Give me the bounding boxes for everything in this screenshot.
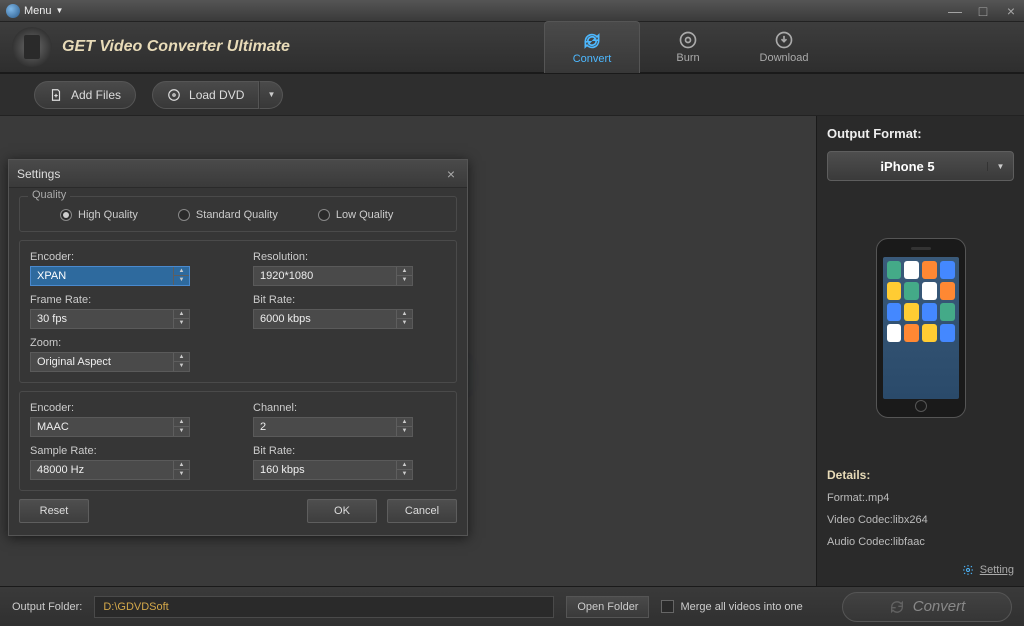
open-folder-button[interactable]: Open Folder [566, 596, 649, 618]
convert-icon [582, 31, 602, 51]
video-bitrate-select[interactable]: 6000 kbps▲▼ [253, 309, 413, 329]
video-section: Encoder: XPAN▲▼ Resolution: 1920*1080▲▼ … [19, 240, 457, 383]
setting-link[interactable]: Setting [980, 564, 1014, 576]
framerate-select[interactable]: 30 fps▲▼ [30, 309, 190, 329]
details-video-codec: Video Codec:libx264 [827, 514, 1014, 526]
app-logo-icon [12, 27, 52, 67]
audio-encoder-select[interactable]: MAAC▲▼ [30, 417, 190, 437]
cancel-button[interactable]: Cancel [387, 499, 457, 523]
radio-low-quality[interactable]: Low Quality [318, 209, 393, 221]
ok-button[interactable]: OK [307, 499, 377, 523]
maximize-button[interactable]: □ [976, 3, 990, 19]
merge-checkbox[interactable]: Merge all videos into one [661, 600, 802, 613]
details-format: Format:.mp4 [827, 492, 1014, 504]
minimize-button[interactable]: — [948, 3, 962, 19]
resolution-select[interactable]: 1920*1080▲▼ [253, 266, 413, 286]
burn-icon [678, 30, 698, 50]
framerate-label: Frame Rate: [30, 294, 223, 306]
load-dvd-dropdown[interactable]: ▼ [259, 81, 283, 109]
convert-icon [889, 599, 905, 615]
radio-standard-quality[interactable]: Standard Quality [178, 209, 278, 221]
output-folder-label: Output Folder: [12, 601, 82, 613]
main-tabs: Convert Burn Download [544, 21, 832, 73]
toolbar: Add Files Load DVD ▼ [0, 74, 1024, 116]
footer: Output Folder: Open Folder Merge all vid… [0, 586, 1024, 626]
gear-icon [962, 564, 974, 576]
tab-download[interactable]: Download [736, 21, 832, 73]
reset-button[interactable]: Reset [19, 499, 89, 523]
app-icon [6, 4, 20, 18]
output-format-select[interactable]: iPhone 5 ▼ [827, 151, 1014, 181]
video-bitrate-label: Bit Rate: [253, 294, 446, 306]
menu-button[interactable]: Menu ▼ [6, 4, 63, 18]
load-dvd-button[interactable]: Load DVD [152, 81, 259, 109]
zoom-label: Zoom: [30, 337, 223, 349]
header: GET Video Converter Ultimate Convert Bur… [0, 22, 1024, 74]
radio-high-quality[interactable]: High Quality [60, 209, 138, 221]
file-plus-icon [49, 88, 63, 102]
channel-select[interactable]: 2▲▼ [253, 417, 413, 437]
dialog-titlebar: Settings × [9, 160, 467, 188]
tab-convert[interactable]: Convert [544, 21, 640, 73]
app-title: GET Video Converter Ultimate [62, 38, 504, 56]
dialog-title: Settings [17, 167, 60, 181]
output-format-title: Output Format: [827, 126, 1014, 141]
resolution-label: Resolution: [253, 251, 446, 263]
titlebar: Menu ▼ — □ × [0, 0, 1024, 22]
close-button[interactable]: × [1004, 3, 1018, 19]
output-folder-input[interactable] [94, 596, 554, 618]
channel-label: Channel: [253, 402, 446, 414]
samplerate-label: Sample Rate: [30, 445, 223, 457]
quality-group: Quality High Quality Standard Quality Lo… [19, 196, 457, 232]
device-preview [827, 187, 1014, 468]
chevron-down-icon: ▼ [987, 162, 1013, 171]
audio-bitrate-label: Bit Rate: [253, 445, 446, 457]
load-dvd-split-button: Load DVD ▼ [152, 81, 283, 109]
dialog-close-button[interactable]: × [443, 166, 459, 182]
tab-burn[interactable]: Burn [640, 21, 736, 73]
audio-bitrate-select[interactable]: 160 kbps▲▼ [253, 460, 413, 480]
convert-button[interactable]: Convert [842, 592, 1012, 622]
video-encoder-label: Encoder: [30, 251, 223, 263]
menu-label: Menu [24, 5, 52, 17]
output-sidebar: Output Format: iPhone 5 ▼ Details: Forma… [816, 116, 1024, 586]
zoom-select[interactable]: Original Aspect▲▼ [30, 352, 190, 372]
add-files-button[interactable]: Add Files [34, 81, 136, 109]
chevron-down-icon: ▼ [56, 6, 64, 15]
content-area: rt conversion Settings × Quality High Qu… [0, 116, 816, 586]
download-icon [774, 30, 794, 50]
samplerate-select[interactable]: 48000 Hz▲▼ [30, 460, 190, 480]
audio-encoder-label: Encoder: [30, 402, 223, 414]
details-audio-codec: Audio Codec:libfaac [827, 536, 1014, 548]
details-title: Details: [827, 468, 1014, 482]
video-encoder-select[interactable]: XPAN▲▼ [30, 266, 190, 286]
checkbox-icon [661, 600, 674, 613]
audio-section: Encoder: MAAC▲▼ Channel: 2▲▼ Sample Rate… [19, 391, 457, 491]
settings-dialog: Settings × Quality High Quality Standard… [8, 159, 468, 536]
quality-legend: Quality [28, 189, 70, 201]
disc-icon [167, 88, 181, 102]
